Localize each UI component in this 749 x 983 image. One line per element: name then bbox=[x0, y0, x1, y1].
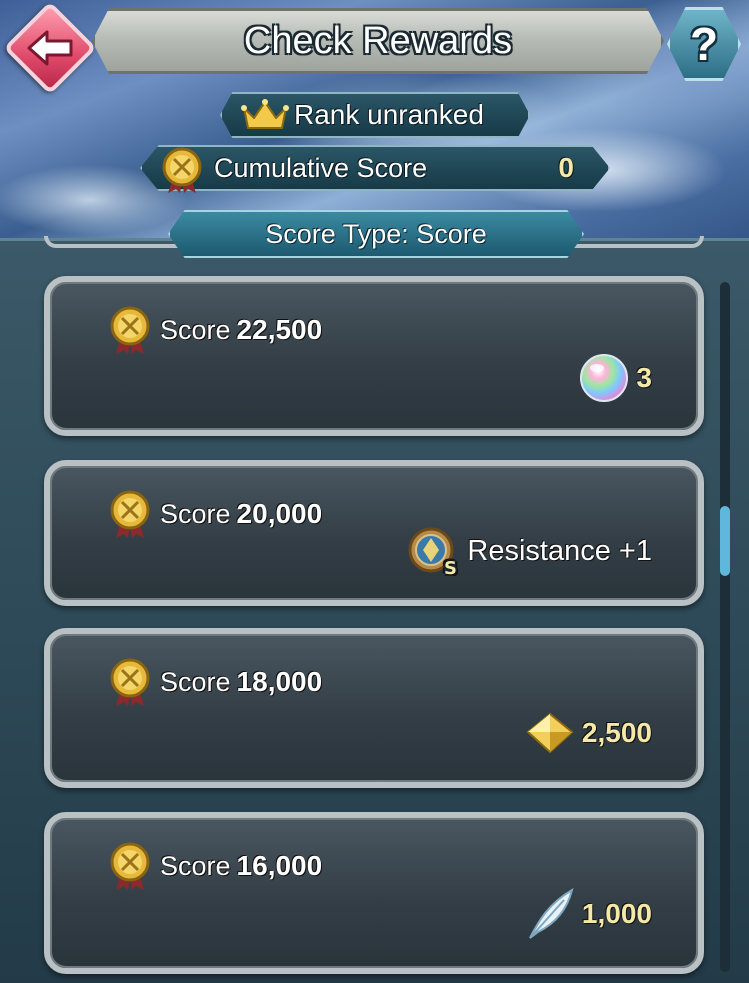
score-threshold: Score 22,500 bbox=[160, 314, 322, 346]
feather-icon bbox=[529, 887, 574, 939]
cumulative-score-value: 0 bbox=[558, 152, 574, 183]
seal-skill-icon: S bbox=[408, 527, 459, 576]
score-label: Score bbox=[160, 667, 231, 697]
reward-amount: 3 bbox=[636, 362, 652, 393]
help-button[interactable]: ? bbox=[662, 2, 746, 86]
score-value: 22,500 bbox=[236, 314, 323, 345]
score-threshold: Score 16,000 bbox=[160, 850, 322, 882]
score-type-tab[interactable]: Score Type: Score bbox=[168, 210, 584, 258]
score-medal-icon bbox=[110, 490, 150, 538]
score-medal-icon bbox=[110, 306, 150, 354]
reward-card: Score 20,000 S Resistance +1 bbox=[44, 460, 704, 606]
question-mark-icon: ? bbox=[689, 18, 719, 70]
reward-item: 3 bbox=[578, 352, 652, 404]
score-medal-icon bbox=[110, 842, 150, 890]
score-label: Score bbox=[160, 851, 231, 881]
divine-dew-crystal-icon bbox=[526, 712, 574, 754]
svg-text:S: S bbox=[444, 558, 457, 576]
scrollbar[interactable] bbox=[720, 282, 730, 972]
score-label: Score bbox=[160, 499, 231, 529]
reward-skill-name: Resistance +1 bbox=[467, 534, 652, 567]
score-medal-icon bbox=[162, 147, 202, 193]
score-threshold: Score 20,000 bbox=[160, 498, 322, 530]
page-title: Check Rewards bbox=[243, 19, 513, 62]
cumulative-score-pill: Cumulative Score 0 bbox=[140, 145, 610, 191]
reward-amount: 2,500 bbox=[581, 717, 652, 748]
reward-card: Score 16,000 1,000 bbox=[44, 812, 704, 974]
score-type-label: Score Type: Score bbox=[265, 218, 487, 249]
title-bar: Check Rewards bbox=[92, 8, 664, 74]
reward-amount: 1,000 bbox=[581, 898, 652, 929]
score-medal-icon bbox=[110, 658, 150, 706]
reward-item: 1,000 bbox=[524, 886, 652, 942]
scrollbar-thumb[interactable] bbox=[720, 506, 730, 576]
score-value: 20,000 bbox=[236, 498, 323, 529]
reward-card: Score 22,500 3 bbox=[44, 276, 704, 436]
rank-label: Rank unranked bbox=[294, 99, 484, 130]
score-label: Score bbox=[160, 315, 231, 345]
arrow-left-icon bbox=[27, 30, 73, 66]
reward-item: 2,500 bbox=[524, 710, 652, 756]
back-button[interactable] bbox=[3, 1, 97, 95]
cumulative-score-label: Cumulative Score bbox=[214, 152, 428, 183]
reward-item: S Resistance +1 bbox=[407, 526, 652, 576]
reward-card: Score 18,000 2,500 bbox=[44, 628, 704, 788]
score-value: 16,000 bbox=[236, 850, 323, 881]
crown-icon bbox=[241, 99, 289, 129]
score-threshold: Score 18,000 bbox=[160, 666, 322, 698]
orb-icon bbox=[580, 354, 629, 402]
score-value: 18,000 bbox=[236, 666, 323, 697]
